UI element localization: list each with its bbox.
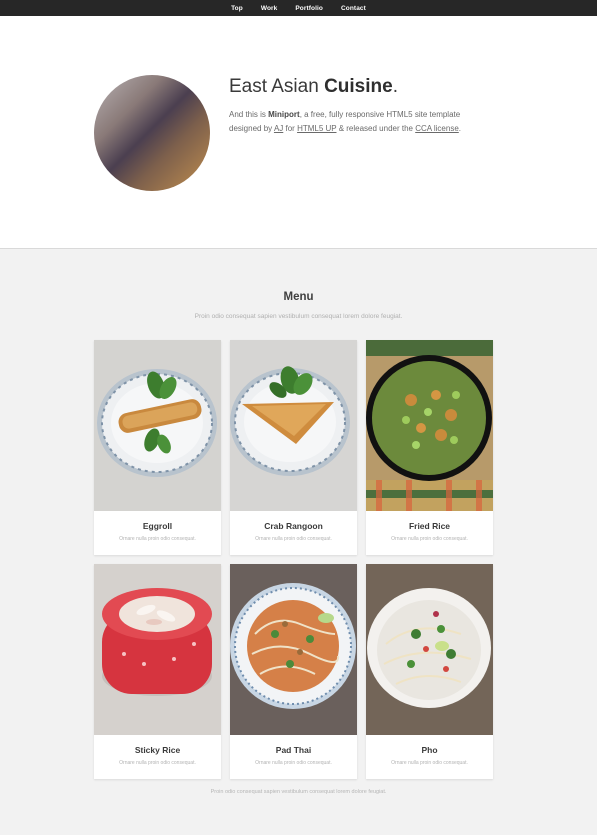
menu-card-eggroll[interactable]: Eggroll Ornare nulla proin odio consequa… (94, 340, 221, 555)
menu-card-description: Ornare nulla proin odio consequat. (391, 536, 468, 542)
menu-card-crab-rangoon[interactable]: Crab Rangoon Ornare nulla proin odio con… (230, 340, 357, 555)
menu-section: Menu Proin odio consequat sapien vestibu… (0, 249, 597, 835)
menu-title: Menu (283, 291, 314, 303)
sticky-rice-photo[interactable] (94, 564, 221, 735)
hero-section: East Asian Cuisine. And this is Miniport… (0, 16, 597, 249)
menu-card-pho[interactable]: Pho Ornare nulla proin odio consequat. (366, 564, 493, 779)
menu-card-pad-thai[interactable]: Pad Thai Ornare nulla proin odio consequ… (230, 564, 357, 779)
hero-text-5: . (458, 124, 462, 133)
pad-thai-photo[interactable] (230, 564, 357, 735)
html5up-link[interactable]: HTML5 UP (297, 124, 336, 133)
hero-text-1: And this is (229, 110, 269, 119)
nav-item-top[interactable]: Top (231, 5, 243, 12)
nav-item-work[interactable]: Work (261, 5, 278, 12)
crab-rangoon-photo[interactable] (230, 340, 357, 511)
menu-card-description: Ornare nulla proin odio consequat. (391, 760, 468, 766)
menu-card-description: Ornare nulla proin odio consequat. (119, 536, 196, 542)
menu-card-title[interactable]: Crab Rangoon (230, 521, 357, 531)
hero-description: And this is Miniport, a free, fully resp… (229, 108, 489, 136)
hero-text-4: & released under the (336, 124, 416, 133)
top-nav: Top Work Portfolio Contact (0, 0, 597, 16)
nav-item-contact[interactable]: Contact (341, 5, 366, 12)
menu-footer-note: Proin odio consequat sapien vestibulum c… (210, 789, 387, 795)
menu-card-sticky-rice[interactable]: Sticky Rice Ornare nulla proin odio cons… (94, 564, 221, 779)
pho-photo[interactable] (366, 564, 493, 735)
avatar-image (94, 75, 210, 191)
menu-card-title[interactable]: Fried Rice (366, 521, 493, 531)
eggroll-photo[interactable] (94, 340, 221, 511)
menu-subtitle: Proin odio consequat sapien vestibulum c… (194, 313, 403, 320)
hero-title-light: East Asian (229, 76, 325, 97)
menu-card-title[interactable]: Sticky Rice (94, 745, 221, 755)
menu-card-title[interactable]: Eggroll (94, 521, 221, 531)
menu-card-title[interactable]: Pad Thai (230, 745, 357, 755)
menu-card-description: Ornare nulla proin odio consequat. (255, 760, 332, 766)
license-link[interactable]: CCA license (415, 124, 459, 133)
menu-card-description: Ornare nulla proin odio consequat. (119, 760, 196, 766)
hero-brand: Miniport (268, 110, 300, 119)
hero-title-bold: Cuisine (324, 76, 393, 97)
menu-card-description: Ornare nulla proin odio consequat. (255, 536, 332, 542)
nav-item-portfolio[interactable]: Portfolio (295, 5, 323, 12)
author-link[interactable]: AJ (274, 124, 283, 133)
menu-card-fried-rice[interactable]: Fried Rice Ornare nulla proin odio conse… (366, 340, 493, 555)
hero-title: East Asian Cuisine. (229, 76, 398, 98)
fried-rice-photo[interactable] (366, 340, 493, 511)
hero-text-3: for (283, 124, 298, 133)
menu-card-title[interactable]: Pho (366, 745, 493, 755)
hero-title-end: . (392, 76, 398, 97)
